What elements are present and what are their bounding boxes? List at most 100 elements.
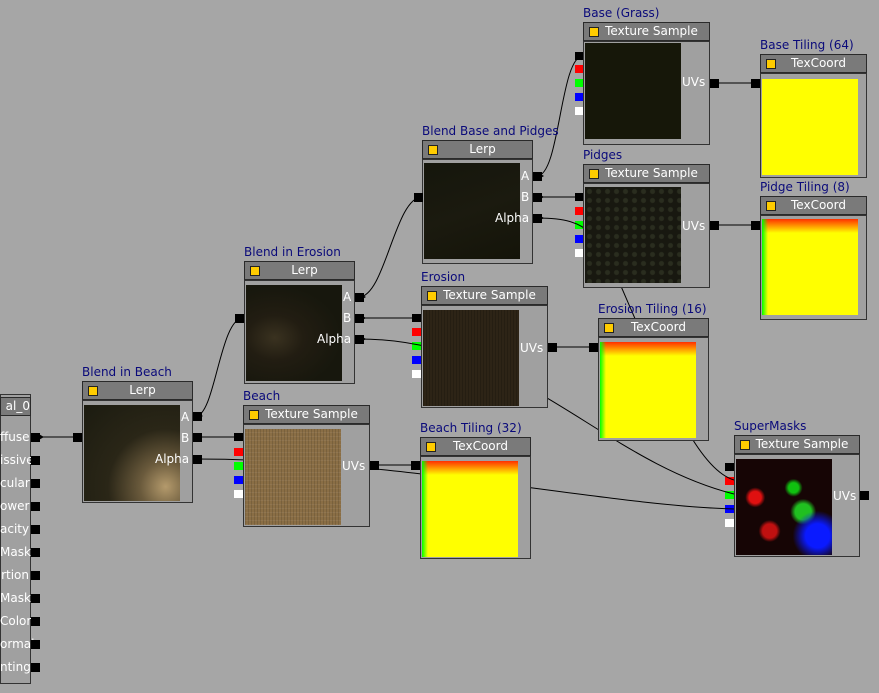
material-pin-transmissionmask[interactable] xyxy=(31,594,40,603)
node-header[interactable]: Texture Sample xyxy=(583,164,710,183)
node-header[interactable]: Lerp xyxy=(82,381,193,400)
texture-preview xyxy=(585,43,681,139)
node-beach[interactable]: Beach Texture Sample UVs xyxy=(243,389,370,527)
node-header[interactable]: Texture Sample xyxy=(583,22,710,41)
node-body: UVs xyxy=(583,41,710,145)
pin-erosion-b[interactable] xyxy=(412,356,421,364)
node-blend-erosion[interactable]: Blend in Erosion Lerp A B Alpha xyxy=(244,245,355,384)
node-pidges[interactable]: Pidges Texture Sample UVs xyxy=(583,148,710,288)
pin-beach-a[interactable] xyxy=(234,490,243,498)
node-blend-base-pidges[interactable]: Blend Base and Pidges Lerp A B Alpha xyxy=(422,124,559,264)
pin-beach-b[interactable] xyxy=(234,476,243,484)
material-input-emissive: issive xyxy=(0,453,34,467)
pin-beach-uvs[interactable] xyxy=(370,461,379,470)
pin-be-b[interactable] xyxy=(355,314,364,323)
pin-beach-r[interactable] xyxy=(234,448,243,456)
node-header[interactable]: TexCoord xyxy=(760,54,867,73)
output-label-uvs: UVs xyxy=(682,75,706,89)
pin-pidges-uvs[interactable] xyxy=(710,221,719,230)
pin-be-a[interactable] xyxy=(355,293,364,302)
node-header[interactable]: Lerp xyxy=(422,140,533,159)
node-supermasks[interactable]: SuperMasks Texture Sample UVs xyxy=(734,419,860,557)
material-pin-opacitymask[interactable] xyxy=(31,548,40,557)
pin-grass-uvs[interactable] xyxy=(710,79,719,88)
pin-erosion-g[interactable] xyxy=(412,342,421,350)
node-erosion[interactable]: Erosion Texture Sample UVs xyxy=(421,270,548,408)
input-label-alpha: Alpha xyxy=(317,332,352,346)
wire-grass-to-blend-a xyxy=(536,55,584,177)
node-body xyxy=(760,73,867,178)
pin-bbp-b[interactable] xyxy=(533,193,542,202)
material-pin-specular[interactable] xyxy=(31,479,40,488)
node-header[interactable]: TexCoord xyxy=(760,196,867,215)
node-header[interactable]: Texture Sample xyxy=(734,435,860,454)
pin-bb-a[interactable] xyxy=(193,412,202,421)
pin-erosion-uvs[interactable] xyxy=(548,343,557,352)
node-base-grass[interactable]: Base (Grass) Texture Sample UVs xyxy=(583,6,710,145)
pin-erosion-rgb[interactable] xyxy=(412,314,421,322)
pin-masks-a[interactable] xyxy=(725,519,734,527)
node-body xyxy=(598,337,709,441)
node-base-tiling[interactable]: Base Tiling (64) TexCoord xyxy=(760,38,867,178)
node-header[interactable]: Lerp xyxy=(244,261,355,280)
pin-erosiontiling-out[interactable] xyxy=(589,343,598,352)
material-pin-transmissioncolor[interactable] xyxy=(31,617,40,626)
node-pidge-tiling[interactable]: Pidge Tiling (8) TexCoord xyxy=(760,180,867,320)
node-blend-beach[interactable]: Blend in Beach Lerp A B Alpha xyxy=(82,365,193,503)
material-pin-diffuse[interactable] xyxy=(31,433,40,442)
texture-preview xyxy=(585,187,681,283)
pin-bbp-a[interactable] xyxy=(533,172,542,181)
node-body: A B Alpha xyxy=(422,159,533,264)
pin-bb-b[interactable] xyxy=(193,433,202,442)
material-pin-specpower[interactable] xyxy=(31,502,40,511)
node-header[interactable]: TexCoord xyxy=(420,437,531,456)
node-beach-tiling[interactable]: Beach Tiling (32) TexCoord xyxy=(420,421,531,559)
pin-beachtiling-out[interactable] xyxy=(411,461,420,470)
pin-be-out[interactable] xyxy=(235,314,244,323)
node-body: UVs xyxy=(734,454,860,557)
wire-blend-erosion-to-beach-a xyxy=(195,317,244,417)
node-caption: Erosion Tiling (16) xyxy=(598,302,707,316)
material-input-distortion: rtion xyxy=(1,568,29,582)
node-body: UVs xyxy=(243,424,370,527)
pin-pidgetiling-out[interactable] xyxy=(751,221,760,230)
node-header[interactable]: TexCoord xyxy=(598,318,709,337)
node-header[interactable]: Texture Sample xyxy=(243,405,370,424)
node-header[interactable]: Texture Sample xyxy=(421,286,548,305)
node-caption: Pidge Tiling (8) xyxy=(760,180,850,194)
material-pin-emissive[interactable] xyxy=(31,456,40,465)
input-label-b: B xyxy=(181,431,190,445)
pin-basetiling-out[interactable] xyxy=(751,79,760,88)
node-caption: Blend Base and Pidges xyxy=(422,124,559,138)
input-label-alpha: Alpha xyxy=(495,211,530,225)
pin-masks-r[interactable] xyxy=(725,477,734,485)
texture-preview xyxy=(245,429,341,525)
material-pin-distortion[interactable] xyxy=(31,571,40,580)
pin-bbp-alpha[interactable] xyxy=(533,214,542,223)
pin-be-alpha[interactable] xyxy=(355,335,364,344)
pin-masks-b[interactable] xyxy=(725,505,734,513)
material-input-specular: cular xyxy=(0,476,30,490)
node-caption: Base (Grass) xyxy=(583,6,660,20)
input-label-b: B xyxy=(343,311,352,325)
node-erosion-tiling[interactable]: Erosion Tiling (16) TexCoord xyxy=(598,302,709,441)
pin-erosion-r[interactable] xyxy=(412,328,421,336)
material-input-transmissionmask: Mask xyxy=(0,591,31,605)
pin-beach-rgb[interactable] xyxy=(234,433,243,441)
material-pin-opacity[interactable] xyxy=(31,525,40,534)
texture-preview xyxy=(423,310,519,406)
material-graph-canvas[interactable]: al_0 ffuse issive cular ower acity Mask … xyxy=(0,0,879,693)
pin-beach-g[interactable] xyxy=(234,462,243,470)
node-body xyxy=(760,215,867,320)
pin-erosion-a[interactable] xyxy=(412,370,421,378)
pin-bbp-out[interactable] xyxy=(414,193,423,202)
pin-masks-g[interactable] xyxy=(725,491,734,499)
pin-masks-rgb[interactable] xyxy=(725,463,734,471)
material-input-transmissioncolor: Color xyxy=(0,614,32,628)
pin-masks-uvs[interactable] xyxy=(860,491,869,500)
material-pin-normal[interactable] xyxy=(31,640,40,649)
material-pin-customlighting[interactable] xyxy=(31,663,40,672)
pin-bb-alpha[interactable] xyxy=(193,455,202,464)
node-caption: Blend in Erosion xyxy=(244,245,341,259)
pin-bb-out[interactable] xyxy=(73,433,82,442)
